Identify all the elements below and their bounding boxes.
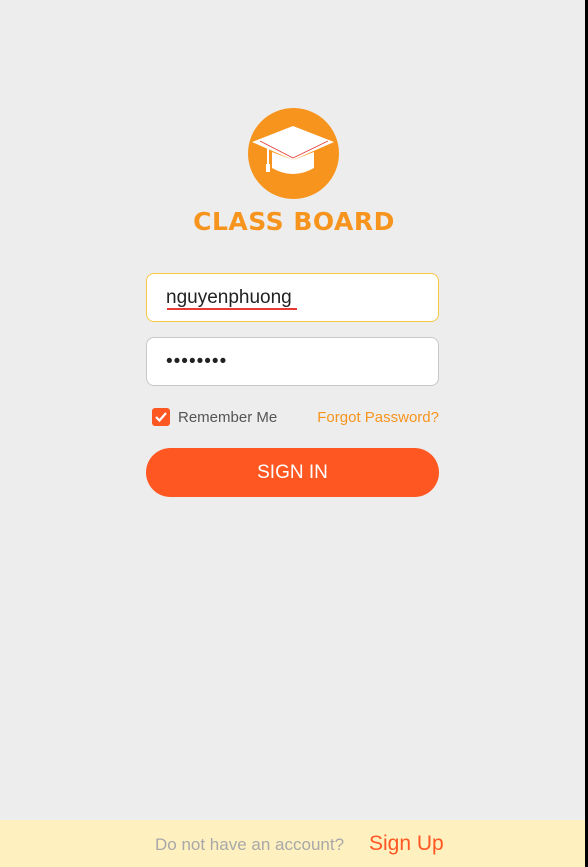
forgot-password-link[interactable]: Forgot Password? xyxy=(317,409,439,426)
sign-in-button[interactable]: SIGN IN xyxy=(146,448,439,497)
spellcheck-underline xyxy=(167,308,297,310)
footer-bar: Do not have an account? Sign Up xyxy=(0,820,585,867)
sign-up-link[interactable]: Sign Up xyxy=(369,832,444,856)
username-input[interactable] xyxy=(166,274,426,321)
remember-me-checkbox[interactable] xyxy=(152,408,170,426)
username-field[interactable] xyxy=(146,273,439,322)
remember-me-label[interactable]: Remember Me xyxy=(178,409,277,426)
graduation-cap-icon xyxy=(248,108,339,199)
no-account-text: Do not have an account? xyxy=(155,835,345,854)
brand-name: CLASS BOARD xyxy=(193,207,395,236)
password-field[interactable] xyxy=(146,337,439,386)
remember-row: Remember Me Forgot Password? xyxy=(152,408,439,428)
check-icon xyxy=(155,412,167,423)
password-input[interactable] xyxy=(166,338,426,385)
